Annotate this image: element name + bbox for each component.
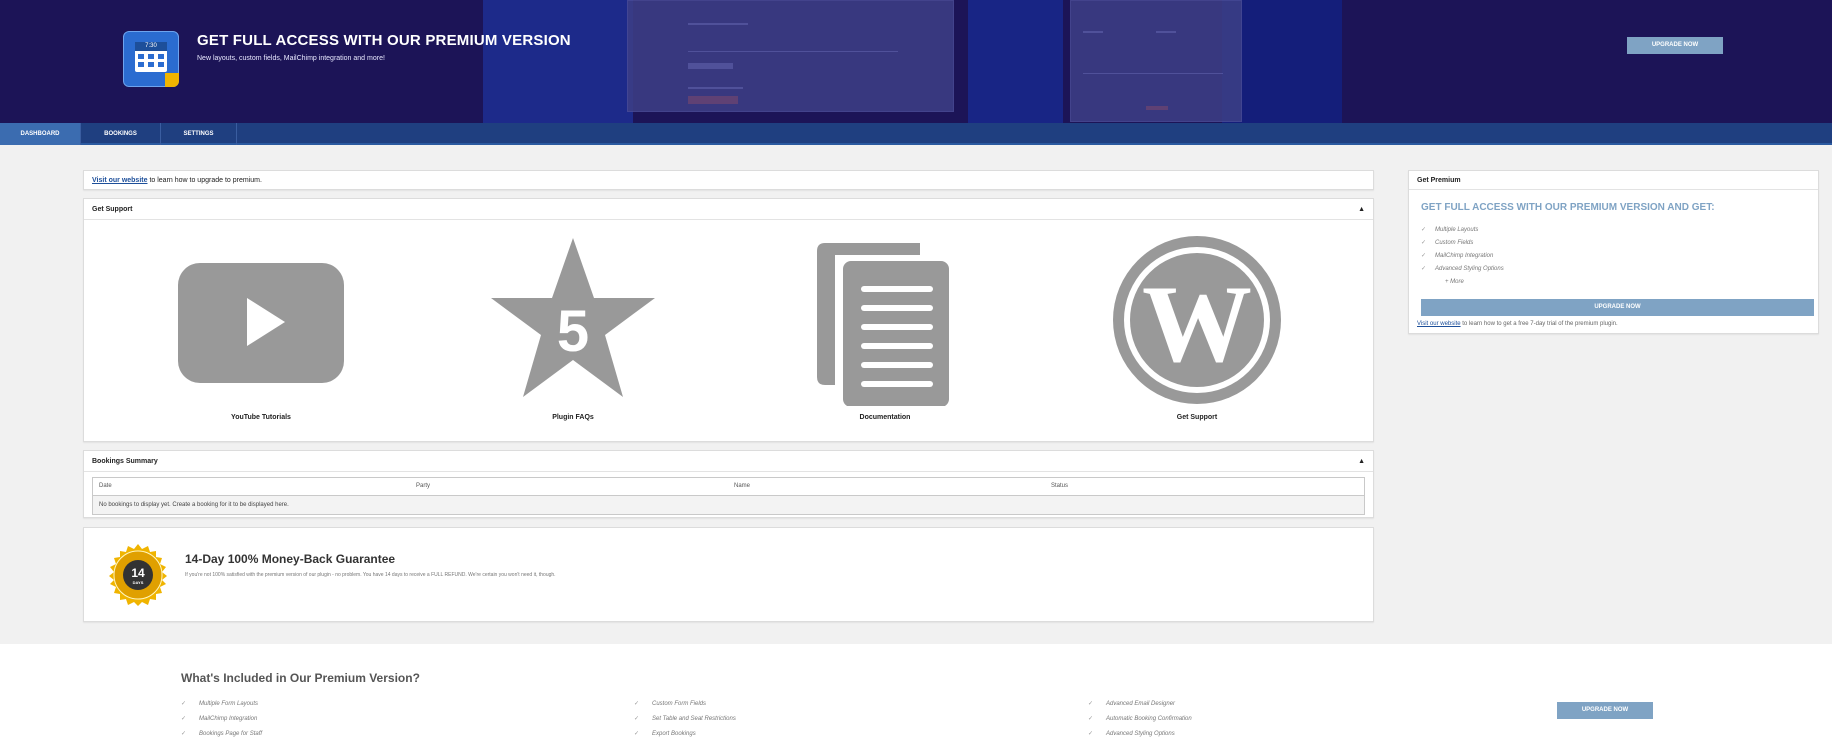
support-item-faqs[interactable]: 5 Plugin FAQs (473, 221, 673, 443)
seal-number: 14 (131, 566, 145, 580)
feature-item: ✓ Custom Fields (1421, 240, 1474, 246)
seal-days: DAYS (133, 580, 144, 585)
support-item-label: Documentation (859, 414, 911, 421)
check-icon: ✓ (181, 701, 187, 707)
feature-item: ✓ Automatic Booking Confirmation (1088, 716, 1192, 722)
panel-title: Get Support (92, 206, 133, 213)
bookings-table: Date Party Name Status No bookings to di… (92, 477, 1365, 515)
panel-header[interactable]: Bookings Summary ▲ (84, 451, 1373, 472)
svg-text:W: W (1142, 263, 1252, 385)
tab-settings[interactable]: SETTINGS (161, 123, 237, 145)
bottom-upgrade-button[interactable]: UPGRADE NOW (1557, 702, 1653, 719)
banner-decoration (968, 0, 1063, 123)
faq-badge-number: 5 (557, 299, 589, 364)
logo-time: 7:30 (135, 42, 167, 51)
plugin-nav: DASHBOARD BOOKINGS SETTINGS (0, 123, 1832, 145)
support-item-label: YouTube Tutorials (231, 414, 291, 421)
feature-item: ✓ Bookings Page for Staff (181, 731, 263, 737)
banner-preview-image (1070, 0, 1242, 122)
feature-item: ✓ Advanced Email Designer (1088, 701, 1176, 707)
feature-item: ✓ Advanced Styling Options (1088, 731, 1175, 737)
feature-item: ✓ Advanced Styling Options (1421, 266, 1504, 272)
tab-bookings[interactable]: BOOKINGS (81, 123, 161, 145)
more-features: + More (1445, 279, 1464, 285)
premium-trial-note: Visit our website to learn how to get a … (1417, 321, 1618, 327)
column-header-date: Date (99, 483, 112, 489)
visit-website-link[interactable]: Visit our website (92, 177, 148, 184)
column-header-party: Party (416, 483, 431, 489)
check-icon: ✓ (634, 716, 640, 722)
check-icon: ✓ (181, 731, 187, 737)
panel-title: Get Premium (1409, 171, 1818, 190)
upgrade-notice: Visit our website to learn how to upgrad… (83, 170, 1374, 190)
feature-item: ✓ Custom Form Fields (634, 701, 707, 707)
money-back-guarantee: 14 DAYS 14-Day 100% Money-Back Guarantee… (83, 527, 1374, 622)
premium-banner: 7:30 GET FULL ACCESS WITH OUR PREMIUM VE… (0, 0, 1832, 123)
check-icon: ✓ (1421, 266, 1427, 272)
guarantee-seal-icon: 14 DAYS (109, 544, 167, 606)
banner-title: GET FULL ACCESS WITH OUR PREMIUM VERSION (197, 32, 571, 49)
check-icon: ✓ (181, 716, 187, 722)
panel-header[interactable]: Get Support ▲ (84, 199, 1373, 220)
check-icon: ✓ (634, 701, 640, 707)
feature-item: ✓ Export Bookings (634, 731, 696, 737)
youtube-icon (178, 263, 344, 383)
documents-icon (817, 243, 949, 406)
collapse-toggle-icon[interactable]: ▲ (1358, 451, 1365, 472)
check-icon: ✓ (1088, 731, 1094, 737)
guarantee-title: 14-Day 100% Money-Back Guarantee (185, 552, 396, 566)
check-icon: ✓ (1088, 701, 1094, 707)
trial-text: to learn how to get a free 7-day trial o… (1460, 321, 1618, 327)
plugin-logo-icon: 7:30 (123, 31, 179, 87)
star-five-icon: 5 (491, 238, 655, 397)
check-icon: ✓ (1421, 240, 1427, 246)
support-item-label: Plugin FAQs (552, 414, 594, 421)
support-item-youtube[interactable]: YouTube Tutorials (161, 221, 361, 443)
banner-preview-image (627, 0, 954, 112)
feature-item: ✓ Multiple Layouts (1421, 227, 1479, 233)
column-header-name: Name (734, 483, 751, 489)
guarantee-description: If you're not 100% satisfied with the pr… (185, 572, 556, 578)
banner-upgrade-button[interactable]: UPGRADE NOW (1627, 37, 1723, 54)
bookings-summary-panel: Bookings Summary ▲ Date Party Name Statu… (83, 450, 1374, 518)
support-item-documentation[interactable]: Documentation (785, 221, 985, 443)
feature-item: ✓ Set Table and Seat Restrictions (634, 716, 736, 722)
premium-features-section: What's Included in Our Premium Version? … (0, 644, 1832, 754)
tab-dashboard[interactable]: DASHBOARD (0, 123, 81, 145)
banner-subtitle: New layouts, custom fields, MailChimp in… (197, 55, 385, 62)
feature-item: ✓ MailChimp Integration (181, 716, 258, 722)
banner-decoration (483, 0, 633, 123)
check-icon: ✓ (1421, 227, 1427, 233)
get-premium-panel: Get Premium GET FULL ACCESS WITH OUR PRE… (1408, 170, 1819, 334)
feature-item: ✓ Multiple Form Layouts (181, 701, 259, 707)
panel-title: Bookings Summary (92, 458, 158, 465)
support-item-label: Get Support (1176, 414, 1218, 421)
section-title: What's Included in Our Premium Version? (181, 671, 420, 685)
support-item-get-support[interactable]: W Get Support (1097, 221, 1297, 443)
check-icon: ✓ (1421, 253, 1427, 259)
get-support-panel: Get Support ▲ YouTube Tutorials 5 Plugin… (83, 198, 1374, 442)
visit-website-link[interactable]: Visit our website (1417, 321, 1461, 327)
check-icon: ✓ (634, 731, 640, 737)
check-icon: ✓ (1088, 716, 1094, 722)
collapse-toggle-icon[interactable]: ▲ (1358, 199, 1365, 220)
notice-text: to learn how to upgrade to premium. (147, 177, 262, 184)
premium-heading: GET FULL ACCESS WITH OUR PREMIUM VERSION… (1421, 202, 1715, 213)
column-header-status: Status (1051, 483, 1069, 489)
feature-item: ✓ MailChimp Integration (1421, 253, 1494, 259)
table-empty-row: No bookings to display yet. Create a boo… (93, 495, 1364, 514)
wordpress-icon: W (1113, 236, 1281, 404)
premium-upgrade-button[interactable]: UPGRADE NOW (1421, 299, 1814, 316)
